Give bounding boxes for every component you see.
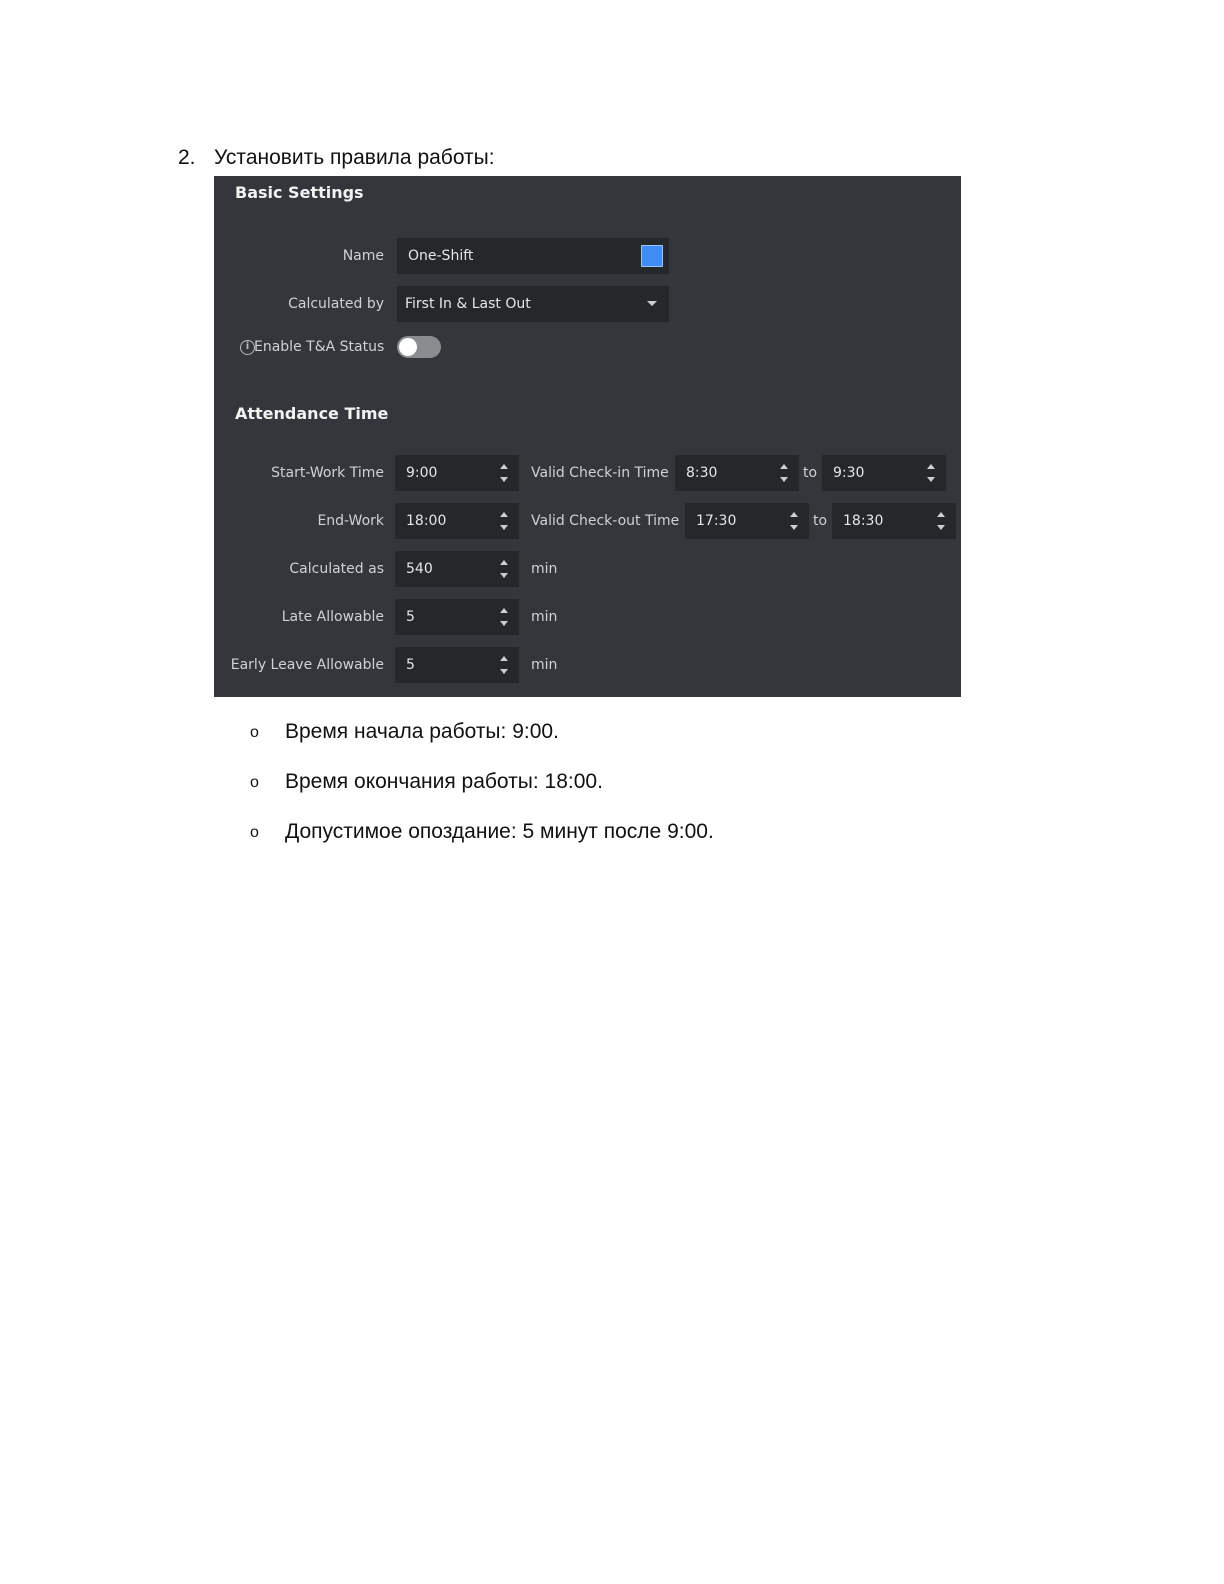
end-work-input[interactable]: 18:00 <box>395 503 519 539</box>
calculated-by-select[interactable]: First In & Last Out <box>397 286 669 322</box>
enable-status-label: Enable T&A Status <box>254 339 385 355</box>
info-icon[interactable]: i <box>240 340 255 355</box>
stepper-icon[interactable] <box>499 463 509 483</box>
stepper-icon[interactable] <box>499 607 509 627</box>
stepper-icon[interactable] <box>936 511 946 531</box>
attendance-time-title: Attendance Time <box>235 404 389 423</box>
list-item-text: Время начала работы: 9:00. <box>285 720 559 743</box>
step-text: Установить правила работы: <box>214 146 495 169</box>
stepper-icon[interactable] <box>779 463 789 483</box>
calculated-as-value: 540 <box>406 561 433 577</box>
early-leave-label: Early Leave Allowable <box>230 657 384 673</box>
enable-status-toggle[interactable] <box>397 336 441 358</box>
unit-min: min <box>531 561 558 577</box>
late-allowable-value: 5 <box>406 609 415 625</box>
checkout-to-input[interactable]: 18:30 <box>832 503 956 539</box>
end-work-label: End-Work <box>317 513 384 529</box>
calculated-by-value: First In & Last Out <box>405 296 531 312</box>
unit-min: min <box>531 657 558 673</box>
checkin-to-input[interactable]: 9:30 <box>822 455 946 491</box>
step-heading: 2. Установить правила работы: <box>178 144 495 172</box>
start-work-label: Start-Work Time <box>271 465 384 481</box>
list-item-text: Время окончания работы: 18:00. <box>285 770 603 793</box>
checkin-to-value: 9:30 <box>833 465 865 481</box>
step-number: 2. <box>178 146 196 169</box>
unit-min: min <box>531 609 558 625</box>
toggle-knob <box>399 338 417 356</box>
start-work-value: 9:00 <box>406 465 438 481</box>
early-leave-value: 5 <box>406 657 415 673</box>
name-value: One-Shift <box>408 248 474 264</box>
stepper-icon[interactable] <box>789 511 799 531</box>
bullet-mark: o <box>250 724 259 741</box>
to-label: to <box>803 465 818 481</box>
calculated-as-label: Calculated as <box>289 561 384 577</box>
calculated-by-label: Calculated by <box>288 296 384 312</box>
shift-settings-screenshot: Basic Settings Name One-Shift Calculated… <box>214 176 961 697</box>
late-allowable-input[interactable]: 5 <box>395 599 519 635</box>
stepper-icon[interactable] <box>499 655 509 675</box>
calculated-as-input[interactable]: 540 <box>395 551 519 587</box>
list-item-text: Допустимое опоздание: 5 минут после 9:00… <box>285 820 714 843</box>
basic-settings-title: Basic Settings <box>235 183 364 202</box>
stepper-icon[interactable] <box>926 463 936 483</box>
early-leave-input[interactable]: 5 <box>395 647 519 683</box>
stepper-icon[interactable] <box>499 511 509 531</box>
chevron-down-icon <box>647 301 657 306</box>
valid-checkin-label: Valid Check-in Time <box>531 465 669 481</box>
checkin-from-value: 8:30 <box>686 465 718 481</box>
shift-color-picker[interactable] <box>641 245 663 267</box>
name-input[interactable]: One-Shift <box>397 238 669 274</box>
late-allowable-label: Late Allowable <box>281 609 384 625</box>
to-label: to <box>813 513 828 529</box>
checkout-from-value: 17:30 <box>696 513 737 529</box>
checkout-from-input[interactable]: 17:30 <box>685 503 809 539</box>
valid-checkout-label: Valid Check-out Time <box>531 513 680 529</box>
end-work-value: 18:00 <box>406 513 447 529</box>
start-work-input[interactable]: 9:00 <box>395 455 519 491</box>
checkin-from-input[interactable]: 8:30 <box>675 455 799 491</box>
name-label: Name <box>342 248 384 264</box>
stepper-icon[interactable] <box>499 559 509 579</box>
bullet-mark: o <box>250 824 259 841</box>
bullet-mark: o <box>250 774 259 791</box>
checkout-to-value: 18:30 <box>843 513 884 529</box>
